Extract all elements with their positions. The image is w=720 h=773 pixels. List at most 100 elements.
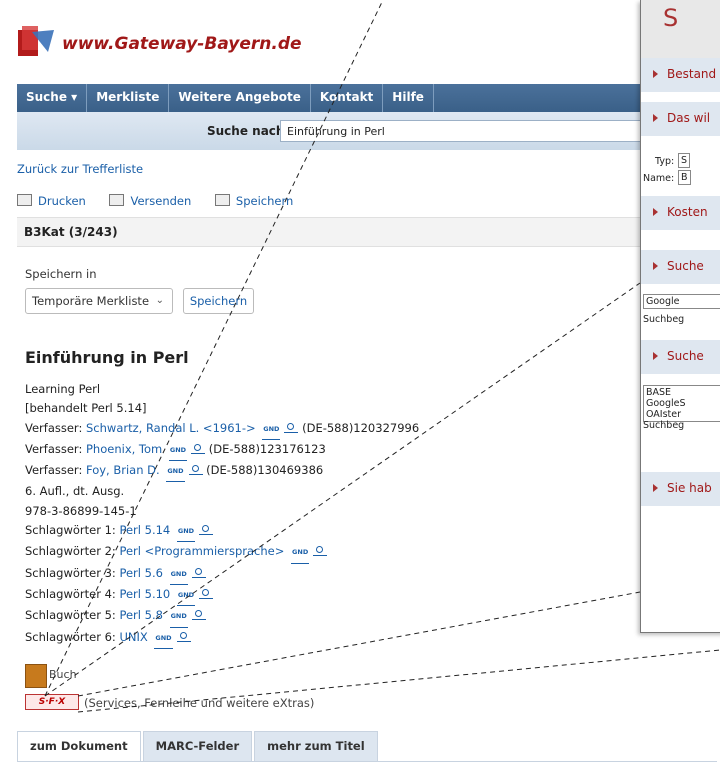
floppy-disk-icon xyxy=(214,194,230,206)
nav-suche[interactable]: Suche ▾ xyxy=(17,84,88,112)
tab-mehr-zum-titel[interactable]: mehr zum Titel xyxy=(254,731,378,761)
nav-hilfe[interactable]: Hilfe xyxy=(383,84,434,112)
search-icon[interactable] xyxy=(191,443,206,454)
record-edition: 6. Aufl., dt. Ausg. xyxy=(25,484,125,499)
search-icon[interactable] xyxy=(199,525,214,536)
popup-section[interactable]: Kosten xyxy=(641,196,720,230)
author-row: Verfasser: Schwartz, Randal L. <1961-> G… xyxy=(25,419,545,440)
author-label: Verfasser: xyxy=(25,420,83,435)
search-icon[interactable] xyxy=(191,610,206,621)
keyword-link[interactable]: Perl <Programmiersprache> xyxy=(119,544,284,558)
keyword-label: Schlagwörter 1: xyxy=(25,523,116,538)
author-row: Verfasser: Foy, Brian D. GND (DE-588)130… xyxy=(25,461,545,483)
gnd-icon[interactable]: GND xyxy=(176,522,196,543)
record-details: Learning Perl [behandelt Perl 5.14] Verf… xyxy=(25,380,545,649)
popup-section-label: Bestand xyxy=(667,67,717,81)
triangle-right-icon xyxy=(653,114,658,122)
tab-marc-felder[interactable]: MARC-Felder xyxy=(142,731,253,761)
gnd-icon[interactable]: GND xyxy=(176,586,196,607)
popup-section-label: Sie hab xyxy=(667,481,712,495)
keyword-label: Schlagwörter 4: xyxy=(25,586,116,601)
keyword-row: Schlagwörter 2: Perl <Programmiersprache… xyxy=(25,542,545,564)
author-link[interactable]: Phoenix, Tom xyxy=(86,442,162,456)
popup-engine-select[interactable]: Google xyxy=(643,294,720,309)
popup-suchbeg-label: Suchbeg xyxy=(643,314,685,325)
gnd-icon[interactable]: GND xyxy=(262,420,281,440)
popup-name-field[interactable]: B xyxy=(678,170,691,185)
popup-type-field[interactable]: S xyxy=(678,153,691,168)
popup-name-label: Name: xyxy=(643,173,675,184)
record-note: [behandelt Perl 5.14] xyxy=(25,401,147,416)
keyword-label: Schlagwörter 2: xyxy=(25,544,116,559)
record-tabs: zum Dokument MARC-Felder mehr zum Titel xyxy=(17,731,717,762)
keyword-link[interactable]: Perl 5.14 xyxy=(119,523,170,537)
author-id: (DE-588)120327996 xyxy=(302,420,420,435)
keyword-link[interactable]: Perl 5.6 xyxy=(119,566,162,580)
print-label: Drucken xyxy=(38,194,86,208)
keyword-row: Schlagwörter 5: Perl 5.8 GND xyxy=(25,606,545,628)
search-icon[interactable] xyxy=(284,422,299,433)
result-count: B3Kat (3/243) xyxy=(24,225,118,239)
gnd-icon[interactable]: GND xyxy=(168,441,188,462)
back-to-results-link[interactable]: Zurück zur Trefferliste xyxy=(17,162,143,176)
record-subtitle: Learning Perl xyxy=(25,382,101,396)
author-label: Verfasser: xyxy=(25,463,83,478)
search-icon[interactable] xyxy=(191,567,206,578)
main-navigation: Suche ▾ Merkliste Weitere Angebote Konta… xyxy=(17,84,717,112)
popup-section[interactable]: Suche xyxy=(641,250,720,284)
triangle-right-icon xyxy=(653,484,658,492)
list-item[interactable]: OAIster xyxy=(646,409,720,420)
keyword-link[interactable]: Perl 5.8 xyxy=(119,608,162,622)
author-id: (DE-588)123176123 xyxy=(208,441,326,456)
envelope-icon xyxy=(109,194,125,206)
list-item[interactable]: BASE xyxy=(646,387,720,398)
gnd-icon[interactable]: GND xyxy=(169,607,188,628)
keyword-link[interactable]: Perl 5.10 xyxy=(119,587,170,601)
nav-kontakt[interactable]: Kontakt xyxy=(311,84,384,112)
tab-zum-dokument[interactable]: zum Dokument xyxy=(17,731,141,761)
list-item[interactable]: GoogleS xyxy=(646,398,720,409)
search-icon[interactable] xyxy=(313,546,328,557)
nav-weitere-angebote[interactable]: Weitere Angebote xyxy=(169,84,311,112)
author-id: (DE-588)130469386 xyxy=(206,463,324,478)
popup-section[interactable]: Suche xyxy=(641,340,720,374)
popup-section[interactable]: Das wil xyxy=(641,102,720,136)
keyword-row: Schlagwörter 4: Perl 5.10 GND xyxy=(25,585,545,607)
record-isbn: 978-3-86899-145-1 xyxy=(25,503,137,518)
search-icon[interactable] xyxy=(176,631,191,642)
keyword-label: Schlagwörter 3: xyxy=(25,565,116,580)
search-label: Suche nach: xyxy=(207,124,290,138)
save-action-button[interactable]: Speichern xyxy=(214,194,293,208)
popup-type-label: Typ: xyxy=(655,156,675,167)
popup-section[interactable]: Sie hab xyxy=(641,472,720,506)
gnd-icon[interactable]: GND xyxy=(169,565,188,585)
popup-engine-list[interactable]: BASE GoogleS OAIster xyxy=(643,385,720,422)
sfx-description: (Services, Fernleihe und weitere eXtras) xyxy=(84,696,315,710)
sfx-popup-window: S Bestand Das wil Typ: S Name: B Kosten … xyxy=(640,0,720,633)
search-icon[interactable] xyxy=(199,588,214,599)
sfx-button[interactable]: S·F·X xyxy=(25,694,79,710)
popup-section-label: Suche xyxy=(667,259,704,273)
gnd-icon[interactable]: GND xyxy=(291,543,310,564)
save-in-select[interactable]: Temporäre Merkliste ⌄ xyxy=(25,288,173,314)
triangle-right-icon xyxy=(653,262,658,270)
format-label: Buch xyxy=(49,668,77,681)
keyword-row: Schlagwörter 6: UNIX GND xyxy=(25,628,545,649)
triangle-right-icon xyxy=(653,70,658,78)
record-actions: Drucken Versenden Speichern xyxy=(17,194,313,208)
author-link[interactable]: Foy, Brian D. xyxy=(86,463,160,477)
book-icon xyxy=(25,664,47,688)
popup-section[interactable]: Bestand xyxy=(641,58,720,92)
author-link[interactable]: Schwartz, Randal L. <1961-> xyxy=(86,421,256,435)
author-label: Verfasser: xyxy=(25,441,83,456)
gnd-icon[interactable]: GND xyxy=(154,629,173,649)
print-button[interactable]: Drucken xyxy=(17,194,86,208)
keyword-link[interactable]: UNIX xyxy=(119,630,147,644)
keyword-label: Schlagwörter 6: xyxy=(25,629,116,644)
gnd-icon[interactable]: GND xyxy=(166,462,185,483)
send-button[interactable]: Versenden xyxy=(109,194,191,208)
save-button[interactable]: Speichern xyxy=(183,288,254,314)
nav-merkliste[interactable]: Merkliste xyxy=(87,84,170,112)
search-icon[interactable] xyxy=(188,465,203,476)
popup-suchbeg-label: Suchbeg xyxy=(643,420,685,431)
